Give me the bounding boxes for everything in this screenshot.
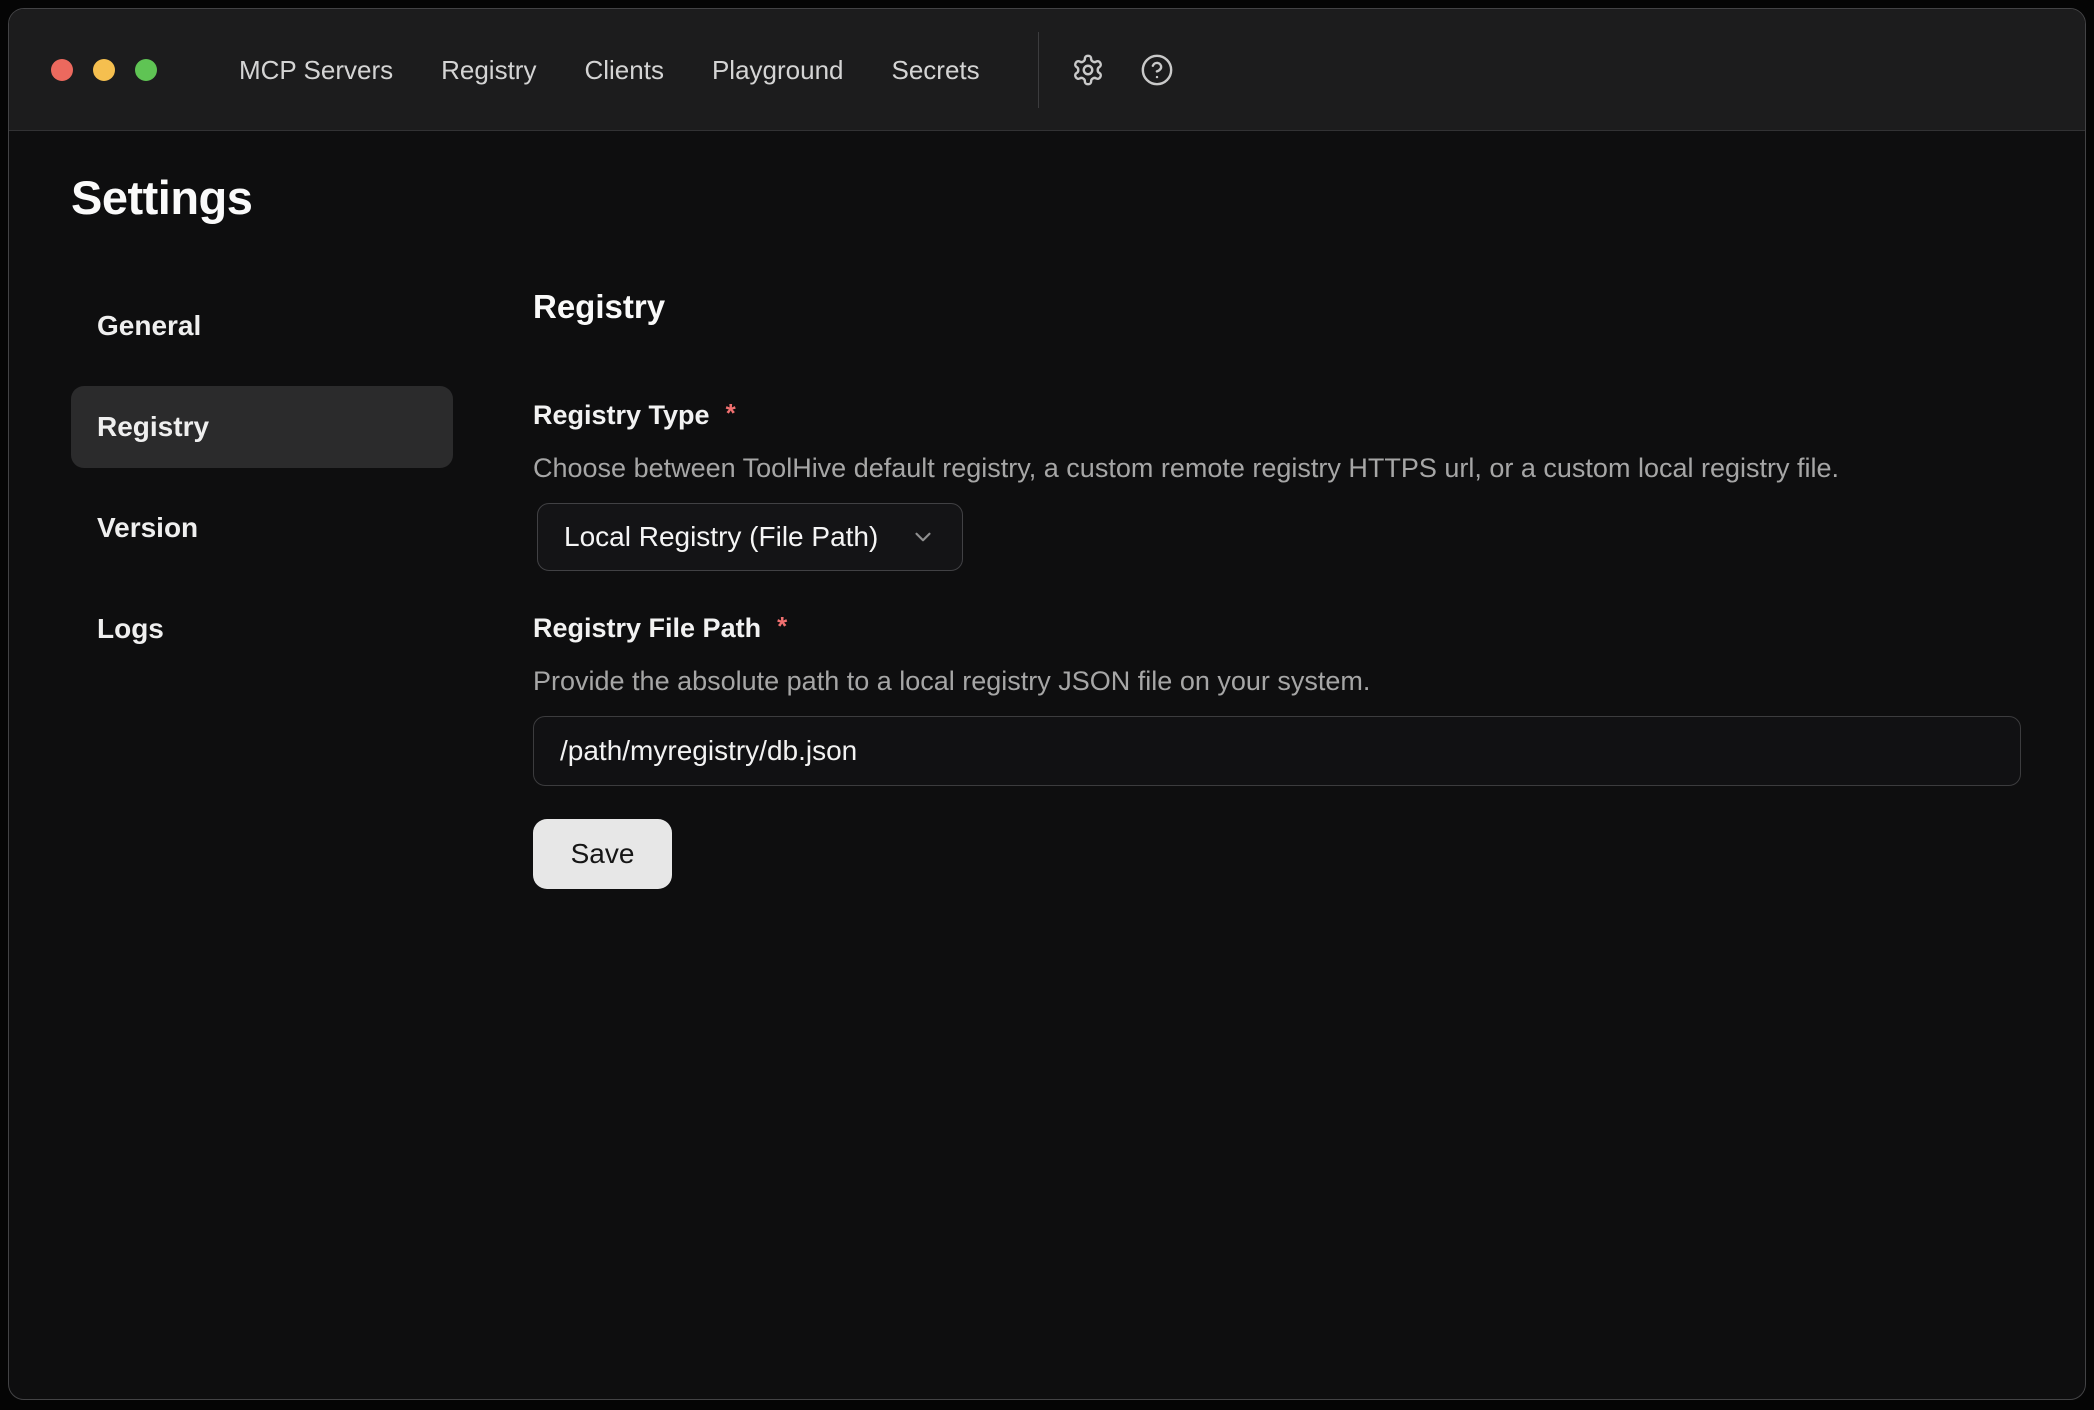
- close-window-button[interactable]: [51, 59, 73, 81]
- sidebar-item-version[interactable]: Version: [71, 487, 453, 569]
- titlebar-icons: [1070, 52, 1175, 88]
- registry-type-field: Registry Type * Choose between ToolHive …: [533, 398, 2023, 571]
- required-asterisk: *: [777, 611, 787, 641]
- help-icon[interactable]: [1139, 52, 1175, 88]
- zoom-window-button[interactable]: [135, 59, 157, 81]
- nav-item-secrets[interactable]: Secrets: [892, 53, 980, 87]
- sidebar-item-logs[interactable]: Logs: [71, 588, 453, 670]
- sidebar-item-general[interactable]: General: [71, 285, 453, 367]
- section-heading: Registry: [533, 285, 2023, 329]
- nav-item-mcp-servers[interactable]: MCP Servers: [239, 53, 393, 87]
- app-window: MCP Servers Registry Clients Playground …: [8, 8, 2086, 1400]
- registry-type-label: Registry Type: [533, 398, 710, 432]
- registry-file-path-input[interactable]: [533, 716, 2021, 786]
- chevron-down-icon: [910, 524, 936, 550]
- minimize-window-button[interactable]: [93, 59, 115, 81]
- nav-item-playground[interactable]: Playground: [712, 53, 844, 87]
- save-button[interactable]: Save: [533, 819, 672, 889]
- registry-type-description: Choose between ToolHive default registry…: [533, 451, 2023, 485]
- nav-item-clients[interactable]: Clients: [584, 53, 663, 87]
- registry-type-select[interactable]: Local Registry (File Path): [537, 503, 963, 571]
- settings-sidebar: General Registry Version Logs: [71, 285, 453, 889]
- registry-type-selected-value: Local Registry (File Path): [564, 521, 878, 553]
- page-title: Settings: [71, 167, 2023, 229]
- registry-settings-panel: Registry Registry Type * Choose between …: [533, 285, 2023, 889]
- registry-file-path-field: Registry File Path * Provide the absolut…: [533, 611, 2023, 786]
- titlebar: MCP Servers Registry Clients Playground …: [9, 9, 2085, 131]
- settings-gear-icon[interactable]: [1070, 52, 1106, 88]
- registry-file-path-description: Provide the absolute path to a local reg…: [533, 664, 2023, 698]
- sidebar-item-registry[interactable]: Registry: [71, 386, 453, 468]
- registry-file-path-label: Registry File Path: [533, 611, 761, 645]
- titlebar-divider: [1038, 32, 1039, 108]
- window-controls: [51, 59, 157, 81]
- top-nav: MCP Servers Registry Clients Playground …: [239, 53, 980, 87]
- nav-item-registry[interactable]: Registry: [441, 53, 536, 87]
- required-asterisk: *: [726, 398, 736, 428]
- settings-page: Settings General Registry Version Logs R…: [9, 131, 2085, 889]
